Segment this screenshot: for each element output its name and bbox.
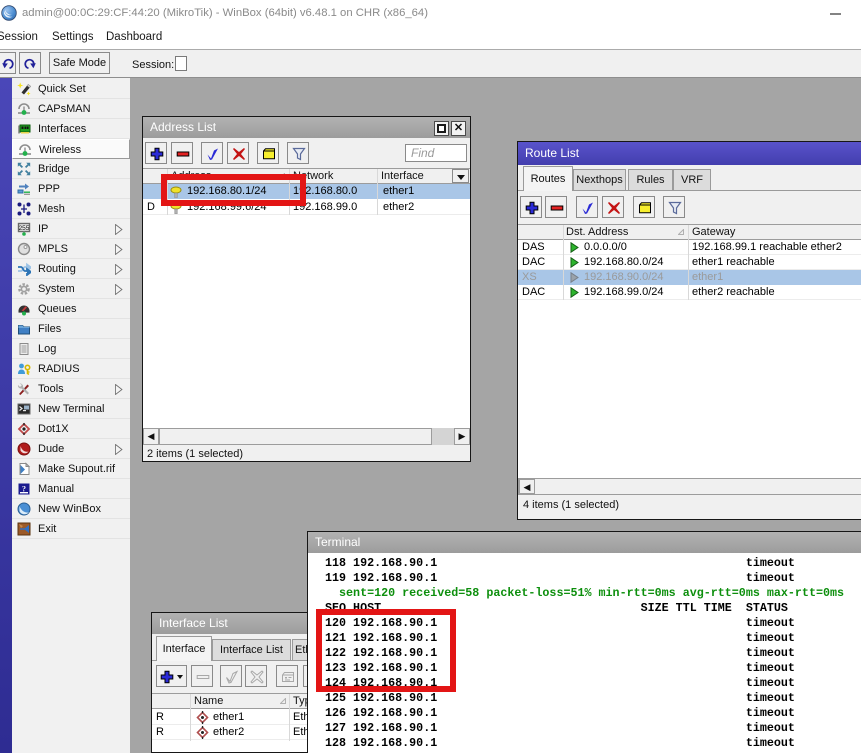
svg-text:255: 255 [19,225,30,232]
